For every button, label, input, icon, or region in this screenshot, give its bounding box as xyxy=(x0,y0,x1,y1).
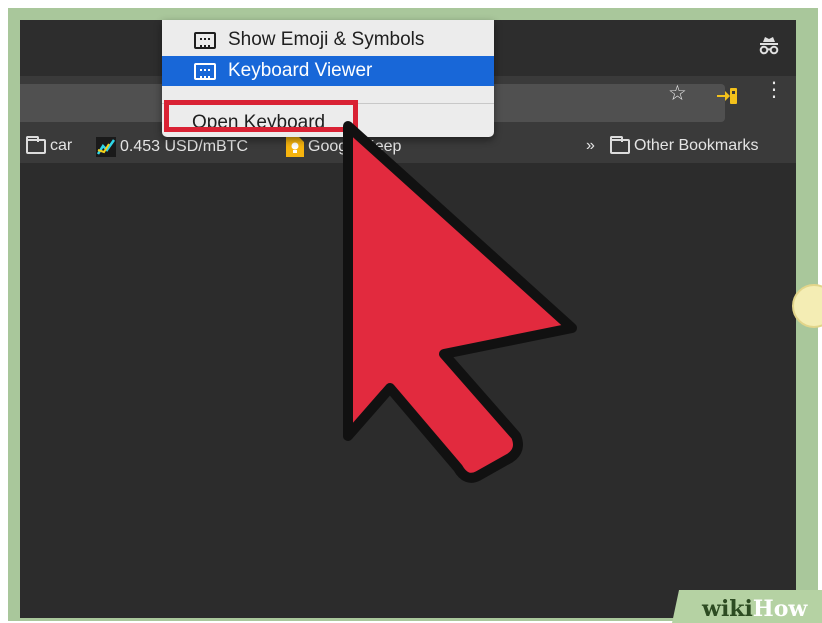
menu-item-label: Keyboard Viewer xyxy=(228,60,373,81)
emoji-keyboard-icon xyxy=(194,31,216,49)
bookmark-label: car xyxy=(50,137,73,154)
bookmark-label: Other Bookmarks xyxy=(634,137,759,154)
browser-menu-icon[interactable]: ⋮ xyxy=(764,80,784,100)
incognito-icon xyxy=(759,37,779,55)
bookmark-usd-mbtc[interactable]: 0.453 USD/mBTC xyxy=(96,137,248,157)
bookmark-label: 0.453 USD/mBTC xyxy=(120,138,249,155)
extension-icon[interactable] xyxy=(716,85,738,107)
folder-icon xyxy=(610,135,630,154)
menu-item-label: Show Emoji & Symbols xyxy=(228,29,425,50)
folder-icon xyxy=(26,135,46,154)
highlight-box xyxy=(164,100,358,132)
chart-icon xyxy=(96,137,116,157)
watermark-wiki: wiki xyxy=(702,596,753,622)
watermark-how: How xyxy=(752,596,808,622)
bookmark-other-bookmarks[interactable]: Other Bookmarks xyxy=(610,135,759,155)
bookmark-car[interactable]: car xyxy=(26,135,73,155)
bookmark-star-icon[interactable]: ☆ xyxy=(668,83,687,104)
menu-item-keyboard-viewer[interactable]: Keyboard Viewer xyxy=(162,56,494,86)
keep-icon xyxy=(286,137,304,157)
watermark-logo: wikiHow xyxy=(702,596,807,622)
keyboard-icon xyxy=(194,62,216,80)
menu-item-show-emoji-symbols[interactable]: Show Emoji & Symbols xyxy=(162,25,494,55)
pointer-arrow-icon xyxy=(343,121,577,483)
